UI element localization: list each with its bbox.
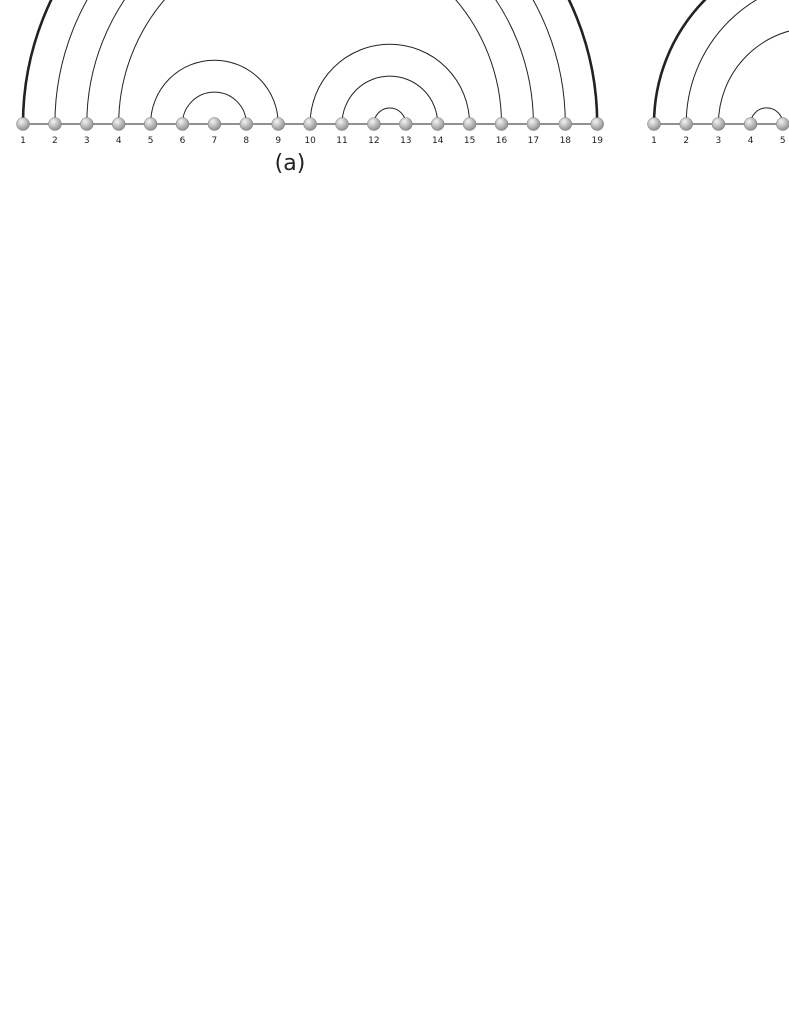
panel-b: 1 2 3 4 5 — [647, 0, 789, 146]
panel-a-node-label-16: 16 — [496, 136, 508, 146]
panel-b-node-label-2: 2 — [683, 136, 689, 146]
panel-a-node-1 — [16, 117, 30, 131]
panel-b-arc-2-11 — [685, 0, 758, 125]
panel-a-node-label-15: 15 — [464, 136, 475, 146]
panel-b-arc-1-12 — [652, 0, 707, 125]
panel-a-arc-11-14 — [341, 75, 439, 125]
panel-a-node-18 — [558, 117, 573, 131]
panel-b-node-4 — [743, 117, 758, 131]
panel-a-arc-4-16 — [118, 0, 502, 125]
panel-a-arc-1-19 — [21, 0, 599, 125]
panel-a-node-13 — [399, 117, 413, 131]
panel-b-node-5 — [776, 117, 789, 131]
panel-a-node-label-13: 13 — [400, 136, 411, 146]
panel-a-node-label-1: 1 — [20, 136, 26, 146]
panel-a-node-label-10: 10 — [304, 136, 316, 146]
panel-a-node-15 — [462, 117, 477, 131]
panel-a-node-3 — [80, 117, 94, 131]
panel-b-node-1 — [647, 117, 661, 131]
panel-a-node-label-19: 19 — [591, 136, 603, 146]
panel-a-arc-10-15 — [309, 43, 471, 125]
panel-a-node-6 — [175, 117, 190, 131]
panel-a-arc-3-17 — [86, 0, 534, 125]
panel-a-node-4 — [111, 117, 126, 131]
panel-a-node-17 — [526, 117, 541, 131]
panel-a-node-label-12: 12 — [368, 136, 379, 146]
panel-a-node-label-11: 11 — [336, 136, 347, 146]
panel-a-node-label-18: 18 — [560, 136, 572, 146]
panel-a-node-11 — [335, 117, 349, 131]
panel-a-node-7 — [207, 117, 222, 131]
panel-a-node-label-3: 3 — [84, 136, 90, 146]
panel-a-node-16 — [494, 117, 509, 131]
panel-b-node-label-1: 1 — [651, 136, 657, 146]
panel-a-node-label-7: 7 — [212, 136, 218, 146]
panel-b-node-label-3: 3 — [716, 136, 722, 146]
panel-b-node-label-4: 4 — [748, 136, 754, 146]
panel-b-node-2 — [679, 117, 693, 131]
arc-diagram: 1 2 3 4 5 6 7 8 9 10 11 12 13 14 15 16 17 18 19 (a) 12345 — [16, 0, 789, 176]
panel-a-arc-2-18 — [54, 0, 566, 125]
panel-a-node-9 — [271, 117, 285, 131]
panel-a-node-label-4: 4 — [116, 136, 122, 146]
panel-a-node-8 — [239, 117, 254, 131]
panel-a-node-10 — [303, 117, 317, 131]
panel-a-caption: (a) — [275, 151, 306, 176]
panel-a-node-label-6: 6 — [180, 136, 186, 146]
panel-b-node-3 — [711, 117, 726, 131]
panel-a-node-5 — [143, 117, 158, 131]
panel-a-node-14 — [430, 117, 445, 131]
panel-b-arc-3-9 — [717, 30, 789, 125]
panel-a-node-label-17: 17 — [528, 136, 539, 146]
panel-a: 1 2 3 4 5 6 7 8 9 10 11 12 13 14 15 16 17 18 19 (a) — [16, 0, 604, 176]
panel-a-node-label-14: 14 — [432, 136, 444, 146]
panel-a-node-label-2: 2 — [52, 136, 58, 146]
panel-a-node-label-9: 9 — [275, 136, 281, 146]
panel-a-node-19 — [590, 117, 604, 131]
panel-a-node-label-5: 5 — [148, 136, 154, 146]
panel-a-node-label-8: 8 — [243, 136, 249, 146]
panel-a-node-2 — [48, 117, 62, 131]
panel-b-node-label-5: 5 — [780, 136, 786, 146]
panel-a-node-12 — [367, 117, 381, 131]
